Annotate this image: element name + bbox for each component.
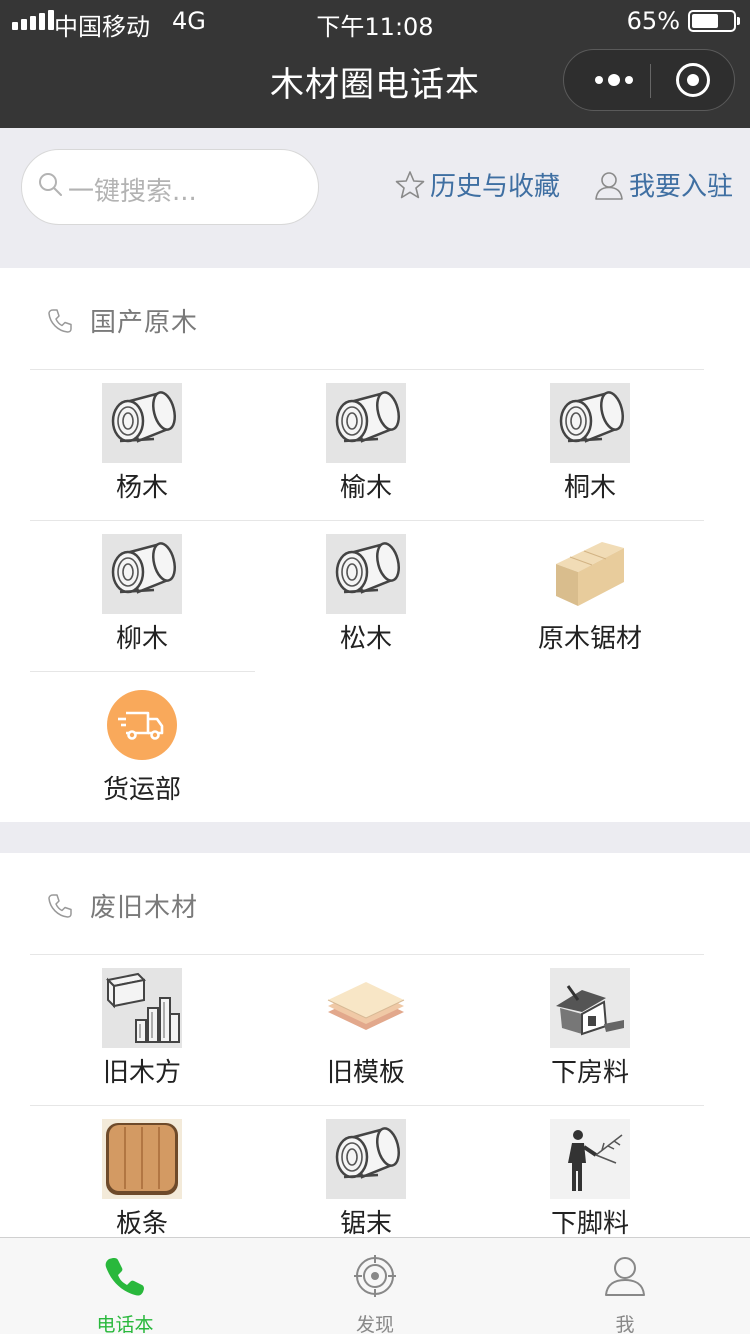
category-label: 板条 — [115, 1209, 168, 1239]
category-item[interactable]: 原木锯材 — [478, 520, 702, 670]
category-label: 榆木 — [339, 473, 392, 503]
category-item[interactable]: 榆木 — [254, 369, 478, 519]
category-label: 杨木 — [115, 473, 168, 503]
search-row: 一键搜索... 历史与收藏 我要入驻 — [0, 128, 750, 268]
truck-icon — [107, 690, 177, 760]
category-label: 锯末 — [339, 1209, 392, 1239]
section-header: 废旧木材 — [46, 887, 198, 924]
discover-icon — [354, 1255, 396, 1297]
tab-bar: 电话本 发现 我 — [0, 1237, 750, 1334]
tab-label: 电话本 — [96, 1314, 154, 1334]
category-label: 货运部 — [102, 775, 181, 805]
search-placeholder: 一键搜索... — [68, 177, 197, 207]
section-domestic-logs: 国产原木 杨木 榆木 桐木 柳木 松木 原木锯材 货运部 — [0, 268, 750, 822]
category-label: 旧模板 — [326, 1058, 405, 1088]
tab-phonebook[interactable]: 电话本 — [0, 1238, 250, 1334]
battery-icon — [688, 10, 740, 32]
nav-bar: 中国移动 4G 下午11:08 65% 木材圈电话本 — [0, 0, 750, 128]
section-used-timber: 废旧木材 旧木方 旧模板 下房料 板条 锯末 下脚料 — [0, 853, 750, 1239]
tab-discover[interactable]: 发现 — [250, 1238, 500, 1334]
category-label: 下脚料 — [550, 1209, 629, 1239]
history-favorites-link[interactable]: 历史与收藏 — [394, 166, 560, 203]
category-item[interactable]: 杨木 — [30, 369, 254, 519]
mini-program-capsule — [563, 49, 735, 111]
phone-icon — [105, 1258, 144, 1296]
search-icon — [39, 173, 62, 196]
history-favorites-label: 历史与收藏 — [430, 172, 561, 202]
category-label: 松木 — [339, 624, 392, 654]
category-label: 原木锯材 — [537, 624, 642, 654]
battery-percent: 65% — [626, 7, 680, 35]
category-item[interactable]: 锯末 — [254, 1105, 478, 1255]
phone-icon — [48, 893, 72, 918]
phone-icon — [48, 308, 72, 333]
board-stack-icon — [327, 982, 405, 1030]
category-item[interactable]: 下脚料 — [478, 1105, 702, 1255]
tab-me[interactable]: 我 — [500, 1238, 750, 1334]
user-icon — [595, 171, 623, 200]
category-item[interactable]: 板条 — [30, 1105, 254, 1255]
category-item[interactable]: 旧模板 — [254, 954, 478, 1104]
wood-plank-icon — [102, 1119, 182, 1199]
star-icon — [395, 170, 425, 198]
log-icon — [102, 383, 182, 463]
status-bar: 中国移动 4G 下午11:08 65% — [0, 0, 750, 44]
search-input[interactable]: 一键搜索... — [21, 149, 319, 225]
section-header: 国产原木 — [46, 302, 198, 339]
log-icon — [326, 383, 406, 463]
category-item[interactable]: 下房料 — [478, 954, 702, 1104]
category-item[interactable]: 桐木 — [478, 369, 702, 519]
tab-label: 我 — [615, 1314, 635, 1334]
log-icon — [326, 1119, 406, 1199]
close-mini-program-icon[interactable] — [676, 63, 710, 97]
category-label: 旧木方 — [102, 1058, 181, 1088]
tab-label: 发现 — [355, 1314, 394, 1334]
lumber-block-icon — [556, 542, 624, 606]
join-label: 我要入驻 — [629, 172, 734, 202]
category-label: 下房料 — [550, 1058, 629, 1088]
user-icon — [605, 1257, 645, 1296]
stacked-timber-icon — [102, 968, 182, 1048]
category-label: 桐木 — [563, 473, 616, 503]
category-label: 柳木 — [115, 624, 168, 654]
log-icon — [102, 534, 182, 614]
house-demolition-icon — [550, 968, 630, 1048]
log-icon — [326, 534, 406, 614]
category-item[interactable]: 旧木方 — [30, 954, 254, 1104]
section-title: 国产原木 — [90, 308, 199, 338]
log-icon — [550, 383, 630, 463]
section-title: 废旧木材 — [90, 893, 199, 923]
category-item[interactable]: 货运部 — [30, 671, 254, 821]
more-icon[interactable] — [584, 50, 644, 110]
category-item[interactable]: 松木 — [254, 520, 478, 670]
worker-branch-icon — [550, 1119, 630, 1199]
category-item[interactable]: 柳木 — [30, 520, 254, 670]
join-link[interactable]: 我要入驻 — [593, 166, 733, 203]
